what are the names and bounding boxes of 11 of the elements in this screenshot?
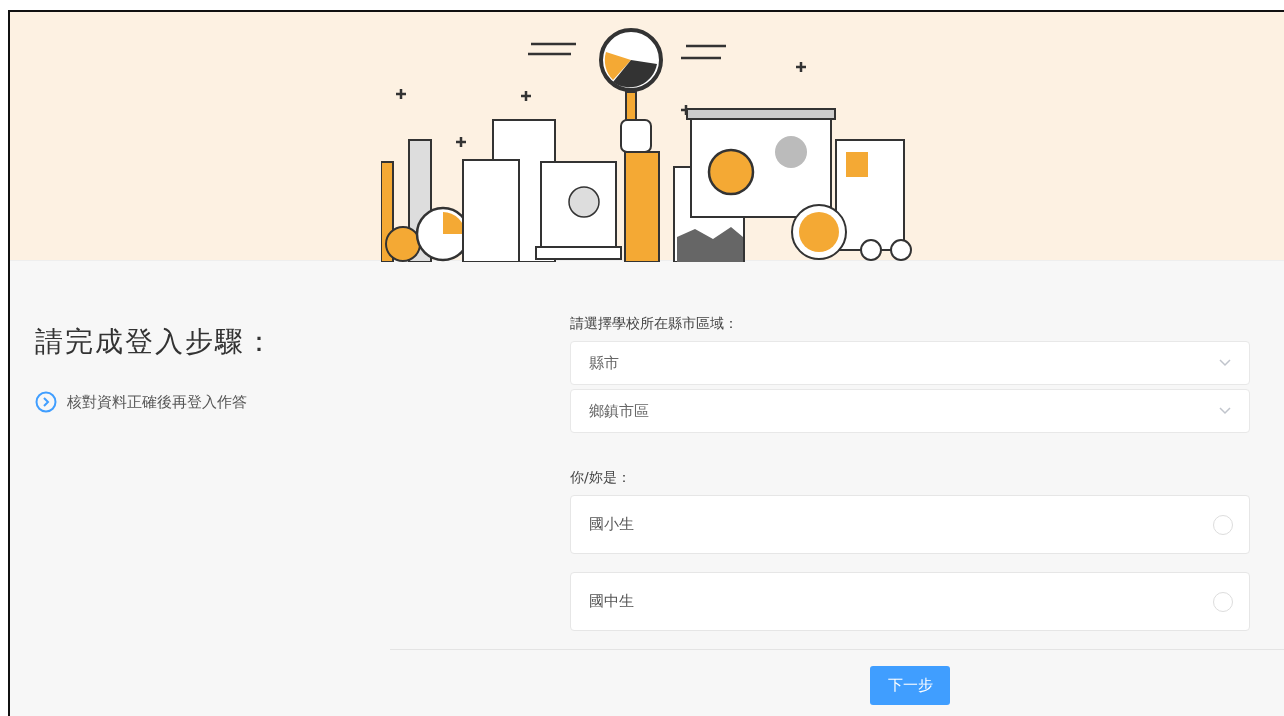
radio-option[interactable]: 國小生	[570, 495, 1250, 554]
chevron-down-icon	[1219, 359, 1231, 367]
radio-option[interactable]: 國中生	[570, 572, 1250, 631]
field-label: 請選擇學校所在縣市區域：	[570, 315, 739, 333]
chevron-down-icon	[1219, 407, 1231, 415]
dropdown-field[interactable]: 鄉鎮市區	[570, 389, 1250, 433]
field-label: 你/妳是：	[570, 469, 632, 487]
chevron-circle-icon	[35, 391, 57, 413]
dropdown-field[interactable]: 縣市	[570, 341, 1250, 385]
instruction-text: 核對資料正確後再登入作答	[67, 392, 247, 412]
page-heading: 請完成登入步驟：	[35, 324, 276, 360]
